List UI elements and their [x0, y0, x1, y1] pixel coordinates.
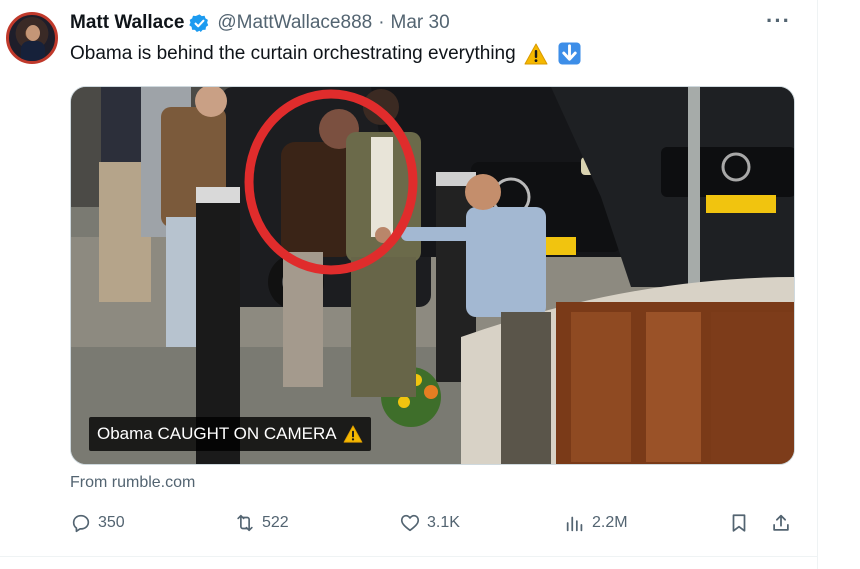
right-border: [817, 0, 818, 569]
like-icon: [400, 514, 420, 532]
views-icon: [566, 516, 583, 532]
media-image[interactable]: Obama CAUGHT ON CAMERA: [70, 86, 795, 465]
tweet-date[interactable]: Mar 30: [391, 12, 450, 34]
media-source-link[interactable]: From rumble.com: [70, 474, 195, 492]
tweet-body: Obama is behind the curtain orchestratin…: [70, 42, 516, 64]
repost-icon: [237, 514, 253, 532]
like-count: 3.1K: [427, 514, 460, 531]
avatar[interactable]: [6, 12, 58, 64]
like-button[interactable]: 3.1K: [399, 512, 460, 534]
reply-button[interactable]: 350: [70, 512, 125, 534]
media-caption: Obama CAUGHT ON CAMERA: [89, 417, 371, 451]
bookmark-icon: [732, 514, 746, 532]
repost-count: 522: [262, 514, 289, 531]
bookmark-button[interactable]: [728, 512, 750, 534]
down-arrow-icon: [558, 42, 581, 65]
caption-text: Obama CAUGHT ON CAMERA: [97, 424, 337, 443]
tweet-header: Matt Wallace @MattWallace888 · Mar 30: [70, 11, 450, 35]
separator-dot: ·: [378, 12, 385, 33]
share-icon: [773, 514, 789, 531]
reply-icon: [72, 514, 90, 533]
bottom-border: [0, 556, 817, 557]
views-button[interactable]: 2.2M: [564, 512, 628, 534]
warning-icon: [524, 43, 548, 64]
tweet-text: Obama is behind the curtain orchestratin…: [70, 42, 581, 65]
verified-badge-icon: [189, 13, 209, 32]
repost-button[interactable]: 522: [234, 512, 289, 534]
more-icon[interactable]: ···: [766, 8, 791, 34]
warning-icon: [343, 425, 363, 443]
action-bar: 350 522 3.1K 2.2M: [70, 512, 800, 540]
author-handle[interactable]: @MattWallace888: [217, 12, 372, 34]
photo-scene: [71, 87, 794, 464]
share-button[interactable]: [770, 512, 792, 534]
views-count: 2.2M: [592, 514, 628, 531]
author-name[interactable]: Matt Wallace: [70, 12, 184, 34]
reply-count: 350: [98, 514, 125, 531]
